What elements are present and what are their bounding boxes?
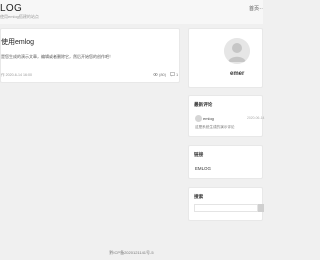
- post-title[interactable]: 使用emlog: [1, 37, 34, 47]
- profile-name: emer: [230, 71, 245, 77]
- profile-card: emer: [188, 28, 263, 88]
- comment-avatar: [195, 115, 202, 122]
- nav-more-link[interactable]: …: [258, 5, 263, 11]
- links-title: 链接: [194, 152, 204, 157]
- eye-icon: [153, 72, 158, 77]
- post-card: 使用emlog 是您生成的演示文章，编辑或者删除它，然后开始您的创作吧！ 作 2…: [0, 28, 180, 83]
- page: LOG 使用emlog搭建的站点 首页 … 使用emlog 是您生成的演示文章，…: [0, 0, 265, 260]
- footer-text[interactable]: 黔ICP备2020121141号-5: [0, 250, 263, 256]
- recent-comments-widget: 最新评论 emlog 2020-06-14 这是系统生成的演示评论: [188, 95, 265, 137]
- post-excerpt: 是您生成的演示文章，编辑或者删除它，然后开始您的创作吧！: [1, 54, 113, 59]
- site-description: 使用emlog搭建的站点: [0, 14, 39, 19]
- comment-text[interactable]: 这是系统生成的演示评论: [195, 125, 235, 130]
- views-count: (80): [159, 72, 167, 77]
- site-title[interactable]: LOG: [0, 3, 22, 14]
- search-widget: 搜索: [188, 187, 264, 221]
- post-comments[interactable]: 1: [170, 72, 178, 77]
- link-emlog[interactable]: EMLOG: [195, 166, 211, 171]
- post-views: (80): [153, 72, 166, 77]
- links-widget: 链接 EMLOG: [188, 145, 263, 179]
- comment-author[interactable]: emlog: [203, 116, 214, 121]
- comment-date: 2020-06-14: [247, 116, 265, 120]
- avatar[interactable]: [224, 38, 250, 64]
- header: LOG 使用emlog搭建的站点 首页 …: [0, 0, 263, 24]
- user-icon: [224, 38, 250, 64]
- comment-icon: [170, 72, 175, 77]
- recent-comments-title: 最新评论: [194, 102, 213, 107]
- search-title: 搜索: [194, 194, 204, 199]
- search-input[interactable]: [194, 204, 258, 212]
- post-meta: 作 2020-6-14 16:00: [1, 73, 32, 77]
- search-button[interactable]: [258, 204, 264, 212]
- comments-count: 1: [176, 72, 179, 77]
